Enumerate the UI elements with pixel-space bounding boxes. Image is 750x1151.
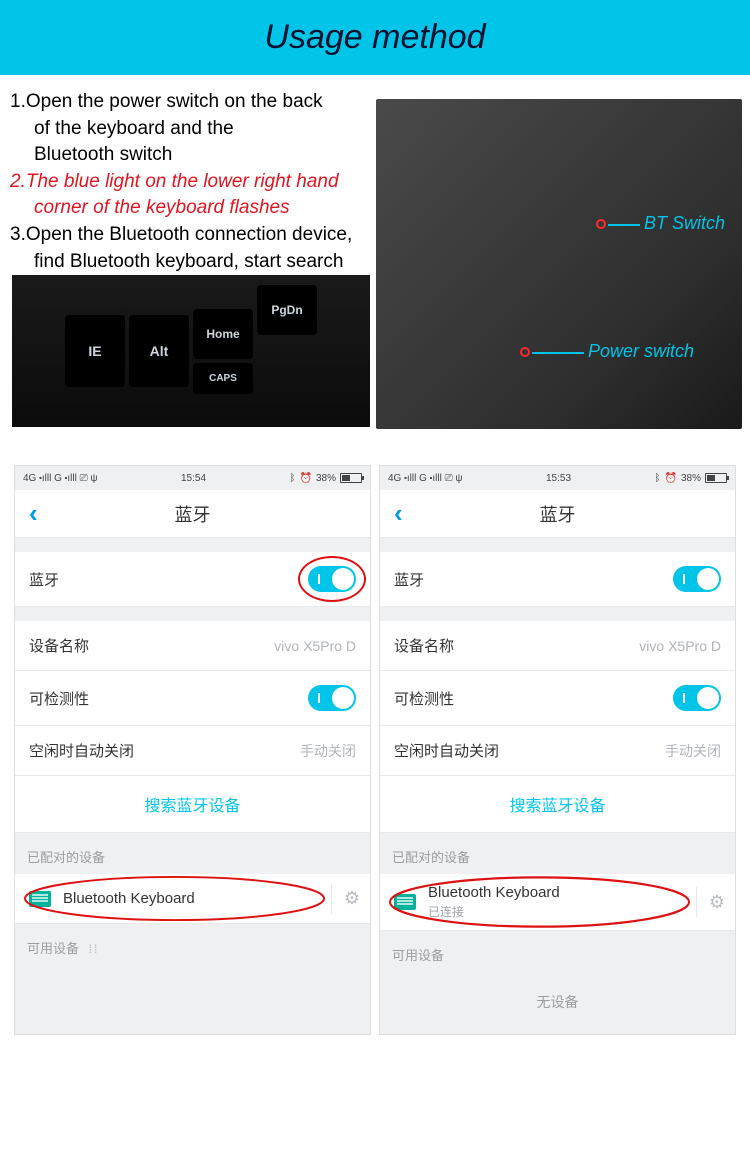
key-home: Home [193, 309, 253, 359]
power-switch-marker [520, 347, 530, 357]
bluetooth-master-row[interactable]: 蓝牙 [380, 552, 735, 607]
titlebar: ‹ 蓝牙 [380, 490, 735, 538]
highlight-ellipse [23, 874, 326, 923]
power-switch-line [532, 352, 584, 354]
device-settings-icon[interactable]: ⚙ [331, 884, 360, 914]
loading-icon: ⁞⁞ [89, 942, 100, 956]
paired-device-row[interactable]: Bluetooth Keyboard ⚙ [15, 874, 370, 924]
screen-title: 蓝牙 [15, 501, 370, 527]
available-header: 可用设备 ⁞⁞ [15, 924, 370, 965]
status-bar: 4G ⬝ılll G ⬝ılll ⎚ ψ 15:53 ᛒ ⏰ 38% [380, 466, 735, 490]
titlebar: ‹ 蓝牙 [15, 490, 370, 538]
phone-screenshot-before: 4G ⬝ılll G ⬝ılll ⎚ ψ 15:54 ᛒ ⏰ 38% ‹ 蓝牙 … [14, 465, 371, 1035]
device-name-row[interactable]: 设备名称 vivo X5Pro D [15, 621, 370, 671]
device-settings-icon[interactable]: ⚙ [696, 887, 725, 917]
status-right: ᛒ ⏰ 38% [655, 473, 727, 484]
keyboard-back-photo: BT Switch Power switch [376, 99, 742, 429]
search-devices-button[interactable]: 搜索蓝牙设备 [15, 776, 370, 833]
bluetooth-toggle[interactable] [673, 566, 721, 592]
page-title: Usage method [0, 18, 750, 57]
search-devices-button[interactable]: 搜索蓝牙设备 [380, 776, 735, 833]
device-name-row[interactable]: 设备名称 vivo X5Pro D [380, 621, 735, 671]
key-alt: Alt [129, 315, 189, 387]
key-caps: CAPS [193, 363, 253, 394]
status-time: 15:54 [181, 473, 206, 484]
bluetooth-toggle[interactable] [308, 566, 356, 592]
available-header: 可用设备 [380, 931, 735, 972]
back-button[interactable]: ‹ [15, 498, 52, 529]
status-bar: 4G ⬝ılll G ⬝ılll ⎚ ψ 15:54 ᛒ ⏰ 38% [15, 466, 370, 490]
status-left: 4G ⬝ılll G ⬝ılll ⎚ ψ [23, 473, 98, 484]
paired-header: 已配对的设备 [15, 833, 370, 874]
discoverable-toggle[interactable] [673, 685, 721, 711]
discoverable-row[interactable]: 可检测性 [380, 671, 735, 726]
alarm-icon: ⏰ [665, 473, 677, 484]
status-left: 4G ⬝ılll G ⬝ılll ⎚ ψ [388, 473, 463, 484]
bluetooth-icon: ᛒ [290, 473, 296, 484]
highlight-ellipse [388, 874, 691, 930]
bt-switch-line [608, 224, 640, 226]
bt-switch-label: BT Switch [644, 213, 725, 234]
status-time: 15:53 [546, 473, 571, 484]
paired-header: 已配对的设备 [380, 833, 735, 874]
discoverable-row[interactable]: 可检测性 [15, 671, 370, 726]
alarm-icon: ⏰ [300, 473, 312, 484]
paired-device-row[interactable]: Bluetooth Keyboard 已连接 ⚙ [380, 874, 735, 931]
auto-off-row[interactable]: 空闲时自动关闭 手动关闭 [15, 726, 370, 776]
power-switch-label: Power switch [588, 341, 694, 362]
keyboard-front-photo: IE Alt Home CAPS PgDn [12, 275, 370, 427]
key-pgdn: PgDn [257, 285, 317, 335]
bluetooth-master-row[interactable]: 蓝牙 [15, 552, 370, 607]
screen-title: 蓝牙 [380, 501, 735, 527]
battery-pct: 38% [681, 473, 701, 484]
battery-pct: 38% [316, 473, 336, 484]
discoverable-toggle[interactable] [308, 685, 356, 711]
no-device-text: 无设备 [380, 972, 735, 1032]
screenshots-row: 4G ⬝ılll G ⬝ılll ⎚ ψ 15:54 ᛒ ⏰ 38% ‹ 蓝牙 … [0, 435, 750, 1055]
battery-icon [705, 473, 727, 483]
instructions-area: 1.Open the power switch on the back of t… [0, 75, 750, 435]
bt-switch-marker [596, 219, 606, 229]
phone-screenshot-after: 4G ⬝ılll G ⬝ılll ⎚ ψ 15:53 ᛒ ⏰ 38% ‹ 蓝牙 … [379, 465, 736, 1035]
header-bar: Usage method [0, 0, 750, 75]
battery-icon [340, 473, 362, 483]
status-right: ᛒ ⏰ 38% [290, 473, 362, 484]
back-button[interactable]: ‹ [380, 498, 417, 529]
auto-off-row[interactable]: 空闲时自动关闭 手动关闭 [380, 726, 735, 776]
bluetooth-icon: ᛒ [655, 473, 661, 484]
instruction-step-2: 2.The blue light on the lower right hand… [10, 169, 390, 222]
key-ie: IE [65, 315, 125, 387]
instruction-step-1: 1.Open the power switch on the back of t… [10, 89, 390, 169]
